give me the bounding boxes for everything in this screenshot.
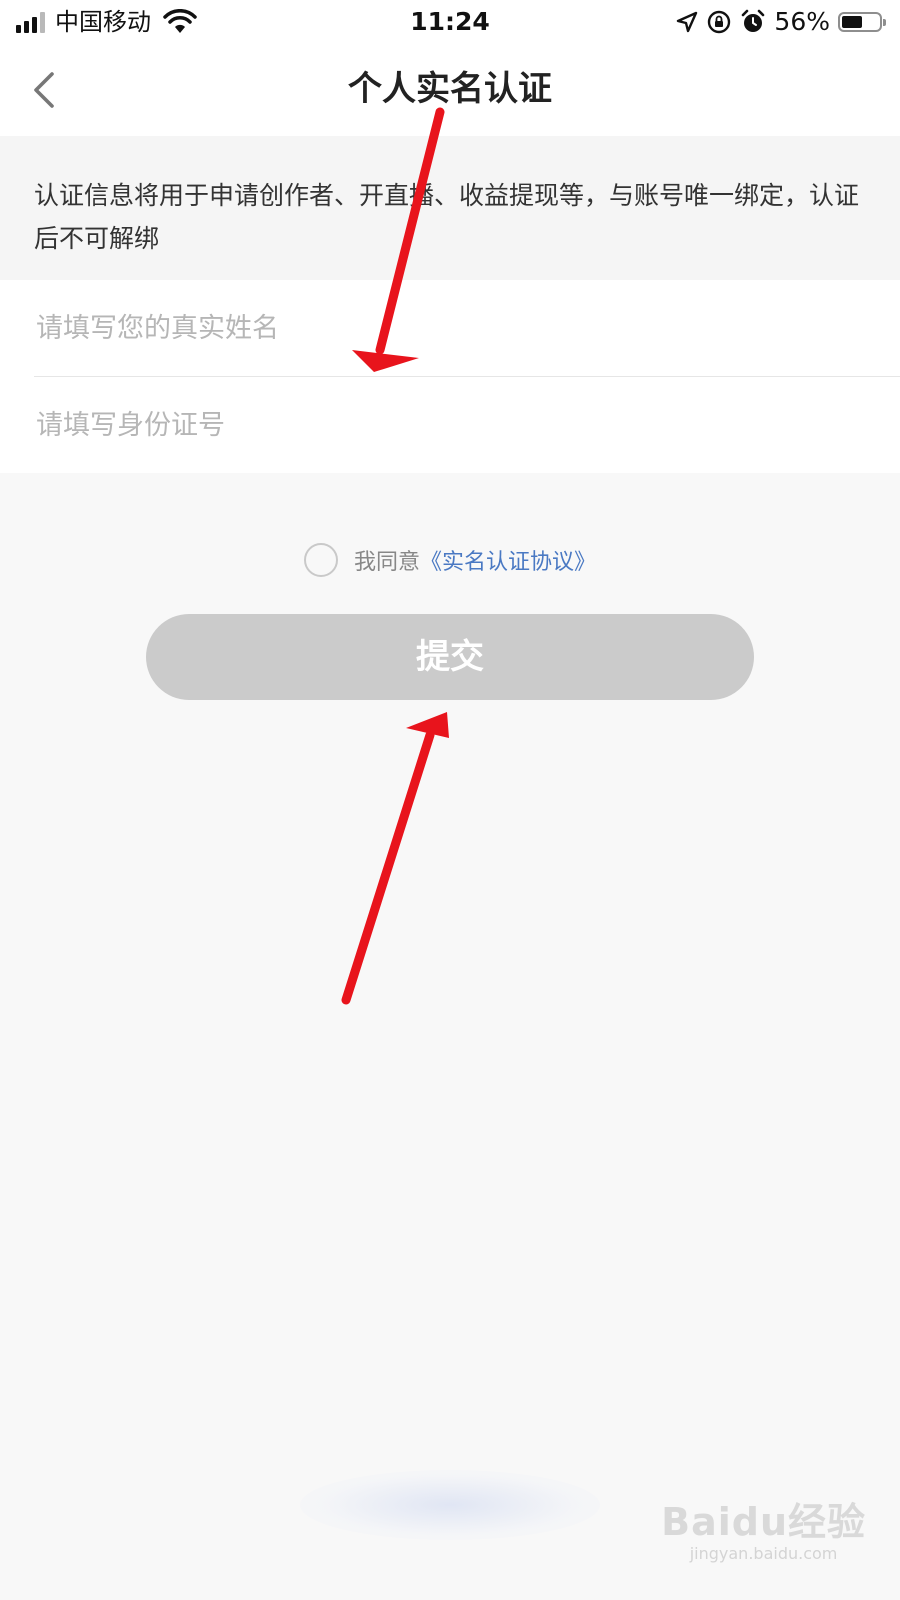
status-bar: 中国移动 11:24 56% [0, 0, 900, 44]
arrow-up-icon [341, 712, 449, 1005]
page-title: 个人实名认证 [348, 69, 552, 109]
watermark-url: jingyan.baidu.com [689, 1544, 838, 1563]
watermark-logo: Baidu经验 [661, 1500, 866, 1544]
id-field-row [0, 377, 900, 473]
agreement-link[interactable]: 《实名认证协议》 [420, 544, 596, 576]
real-name-input[interactable] [34, 311, 858, 345]
rotation-lock-icon [708, 10, 731, 34]
status-right: 56% [676, 7, 886, 36]
agreement-row: 我同意 《实名认证协议》 [0, 540, 900, 580]
location-arrow-icon [677, 11, 698, 33]
navigation-bar: 个人实名认证 [0, 44, 900, 136]
baidu-jingyan-watermark: Baidu经验 jingyan.baidu.com [661, 1500, 866, 1564]
page: 中国移动 11:24 56% 个人实名认证 认证信息将用于申请创作者、开直播、收… [0, 0, 900, 1600]
id-number-input[interactable] [34, 408, 858, 442]
verification-notice: 认证信息将用于申请创作者、开直播、收益提现等，与账号唯一绑定，认证后不可解绑 [0, 136, 900, 280]
name-field-row [0, 280, 900, 376]
home-indicator [300, 1470, 600, 1540]
battery-percentage: 56% [774, 7, 830, 36]
battery-icon [838, 12, 886, 32]
agreement-checkbox[interactable] [303, 543, 338, 577]
agreement-prefix: 我同意 [353, 550, 420, 575]
submit-button[interactable]: 提交 [146, 614, 754, 700]
alarm-clock-icon [742, 9, 765, 32]
verification-form [0, 280, 900, 473]
